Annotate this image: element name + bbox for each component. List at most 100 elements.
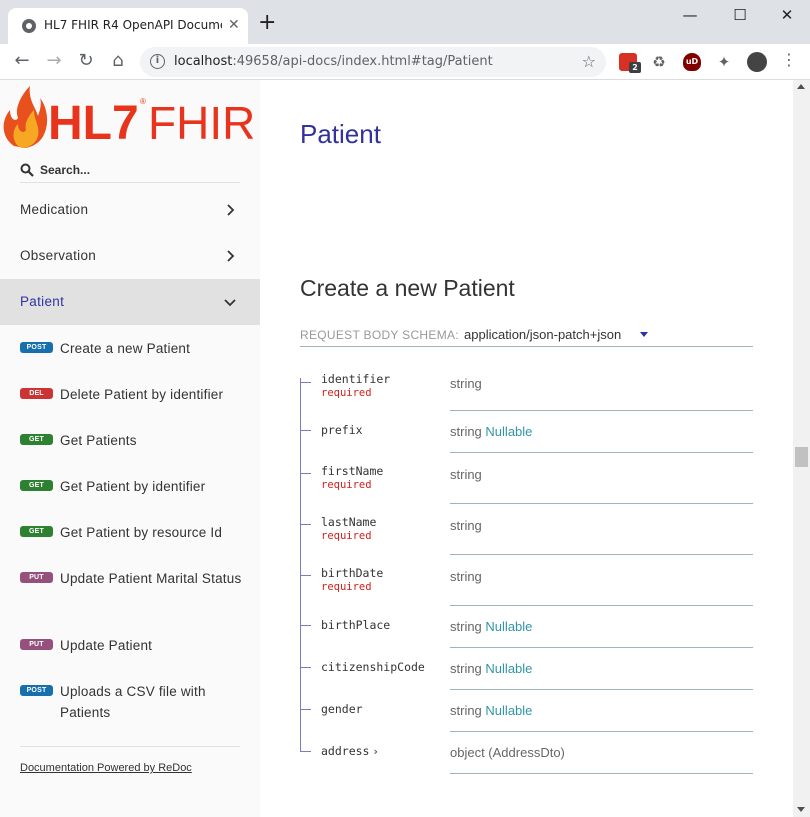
property-type: string — [450, 518, 482, 533]
browser-toolbar: ← → ↻ ⌂ i localhost:49658/api-docs/index… — [0, 44, 810, 80]
required-label: required — [321, 479, 372, 491]
property-type: string — [450, 569, 482, 584]
forward-button[interactable]: → — [42, 50, 66, 71]
operation-label: Delete Patient by identifier — [60, 387, 224, 402]
operation-label: Update Patient — [60, 638, 153, 653]
ublock-icon[interactable]: uD — [683, 53, 701, 71]
recycle-icon[interactable]: ♻ — [650, 53, 668, 71]
scroll-up-arrow-icon[interactable] — [797, 84, 805, 89]
property-birthdate: birthDate required string — [300, 555, 753, 606]
browser-tab[interactable]: HL7 FHIR R4 OpenAPI Document ✕ — [8, 8, 248, 44]
search-input[interactable] — [40, 160, 240, 180]
url-text[interactable]: localhost:49658/api-docs/index.html#tag/… — [174, 54, 493, 69]
method-badge-post: POST — [20, 685, 53, 696]
hl7-fhir-logo: HL7 ® FHIR — [3, 86, 255, 148]
profile-avatar[interactable] — [747, 52, 767, 72]
sidebar: HL7 ® FHIR Medication Observation Patien… — [0, 80, 260, 817]
property-citizenshipcode: citizenshipCode string Nullable — [300, 648, 753, 690]
request-body-schema: REQUEST BODY SCHEMA: application/json-pa… — [300, 326, 753, 347]
method-badge-get: GET — [20, 480, 53, 491]
method-badge-get: GET — [20, 526, 53, 537]
property-address[interactable]: address › object (AddressDto) — [300, 732, 753, 774]
info-icon[interactable]: i — [150, 54, 165, 69]
property-prefix: prefix string Nullable — [300, 411, 753, 453]
operation-update-marital-status[interactable]: PUT Update Patient Marital Status — [0, 568, 260, 635]
browser-menu-icon[interactable]: ⋮ — [777, 50, 801, 69]
sidebar-footer: Documentation Powered by ReDoc — [20, 746, 240, 775]
bookmark-star-icon[interactable]: ☆ — [582, 52, 596, 71]
tab-title: HL7 FHIR R4 OpenAPI Document — [44, 18, 222, 32]
redoc-link[interactable]: Documentation Powered by ReDoc — [20, 762, 192, 774]
nullable-label: Nullable — [485, 703, 533, 718]
operation-get-patient-by-identifier[interactable]: GET Get Patient by identifier — [0, 476, 260, 522]
nullable-label: Nullable — [485, 619, 533, 634]
maximize-button[interactable]: ☐ — [730, 6, 750, 24]
sidebar-item-patient[interactable]: Patient — [0, 279, 260, 325]
operation-delete-patient[interactable]: DEL Delete Patient by identifier — [0, 384, 260, 430]
property-lastname: lastName required string — [300, 504, 753, 555]
main-content: Patient Create a new Patient REQUEST BOD… — [260, 80, 793, 817]
property-identifier: identifier required string — [300, 372, 753, 411]
caret-down-icon[interactable] — [640, 332, 648, 337]
url-path: :49658/api-docs/index.html#tag/Patient — [232, 54, 493, 69]
property-gender: gender string Nullable — [300, 690, 753, 732]
sidebar-item-label: Medication — [20, 202, 89, 217]
close-window-button[interactable]: ✕ — [777, 6, 797, 24]
sidebar-item-observation[interactable]: Observation — [0, 233, 260, 279]
method-badge-delete: DEL — [20, 388, 53, 399]
operation-upload-csv[interactable]: POST Uploads a CSV file with Patients — [0, 681, 260, 748]
scrollbar-thumb[interactable] — [795, 447, 808, 467]
url-host: localhost — [174, 54, 233, 69]
close-tab-icon[interactable]: ✕ — [228, 17, 240, 33]
address-bar[interactable]: i localhost:49658/api-docs/index.html#ta… — [140, 47, 606, 77]
content-type-select[interactable]: application/json-patch+json — [464, 327, 621, 342]
property-type: string — [450, 467, 482, 482]
property-name: citizenshipCode — [321, 660, 425, 674]
chevron-right-icon[interactable]: › — [373, 745, 377, 758]
method-badge-put: PUT — [20, 639, 53, 650]
operation-label: Get Patient by resource Id — [60, 525, 223, 540]
required-label: required — [321, 581, 372, 593]
property-name: birthPlace — [321, 618, 391, 632]
operation-create-patient[interactable]: POST Create a new Patient — [0, 338, 260, 384]
back-button[interactable]: ← — [10, 50, 34, 71]
browser-titlebar: HL7 FHIR R4 OpenAPI Document ✕ + — ☐ ✕ — [0, 0, 810, 44]
property-name: birthDate — [321, 566, 384, 580]
operation-update-patient[interactable]: PUT Update Patient — [0, 635, 260, 681]
nullable-label: Nullable — [485, 424, 533, 439]
property-name: firstName — [321, 464, 384, 478]
puzzle-icon[interactable]: ✦ — [715, 53, 733, 71]
operation-label: Uploads a CSV file with Patients — [60, 684, 206, 720]
operation-get-patients[interactable]: GET Get Patients — [0, 430, 260, 476]
request-body-label: REQUEST BODY SCHEMA: — [300, 328, 459, 342]
property-type: string Nullable — [450, 661, 533, 676]
property-type: object (AddressDto) — [450, 745, 565, 760]
sidebar-item-label: Observation — [20, 248, 97, 263]
sidebar-item-medication[interactable]: Medication — [0, 187, 260, 233]
chevron-down-icon — [224, 299, 236, 307]
property-name: gender — [321, 702, 363, 716]
new-tab-button[interactable]: + — [258, 12, 276, 34]
scroll-down-arrow-icon[interactable] — [797, 807, 805, 812]
chevron-right-icon — [227, 204, 235, 216]
chevron-right-icon — [227, 250, 235, 262]
page-scrollbar[interactable] — [793, 80, 810, 817]
property-name: identifier — [321, 372, 391, 386]
home-button[interactable]: ⌂ — [106, 50, 130, 71]
operation-get-patient-by-resource-id[interactable]: GET Get Patient by resource Id — [0, 522, 260, 568]
page-title: Patient — [300, 119, 381, 149]
operation-label: Get Patients — [60, 433, 137, 448]
property-type: string Nullable — [450, 424, 533, 439]
flame-icon — [3, 86, 48, 148]
method-badge-post: POST — [20, 342, 53, 353]
logo-text-fhir: FHIR — [148, 97, 255, 148]
reload-button[interactable]: ↻ — [74, 50, 98, 71]
nullable-label: Nullable — [485, 661, 533, 676]
property-name[interactable]: address › — [321, 744, 378, 758]
method-badge-get: GET — [20, 434, 53, 445]
property-type: string — [450, 376, 482, 391]
search-box[interactable] — [20, 160, 240, 183]
operation-title: Create a new Patient — [300, 275, 515, 301]
minimize-button[interactable]: — — [680, 6, 700, 24]
extension-icon-1[interactable]: 2 — [619, 53, 641, 73]
